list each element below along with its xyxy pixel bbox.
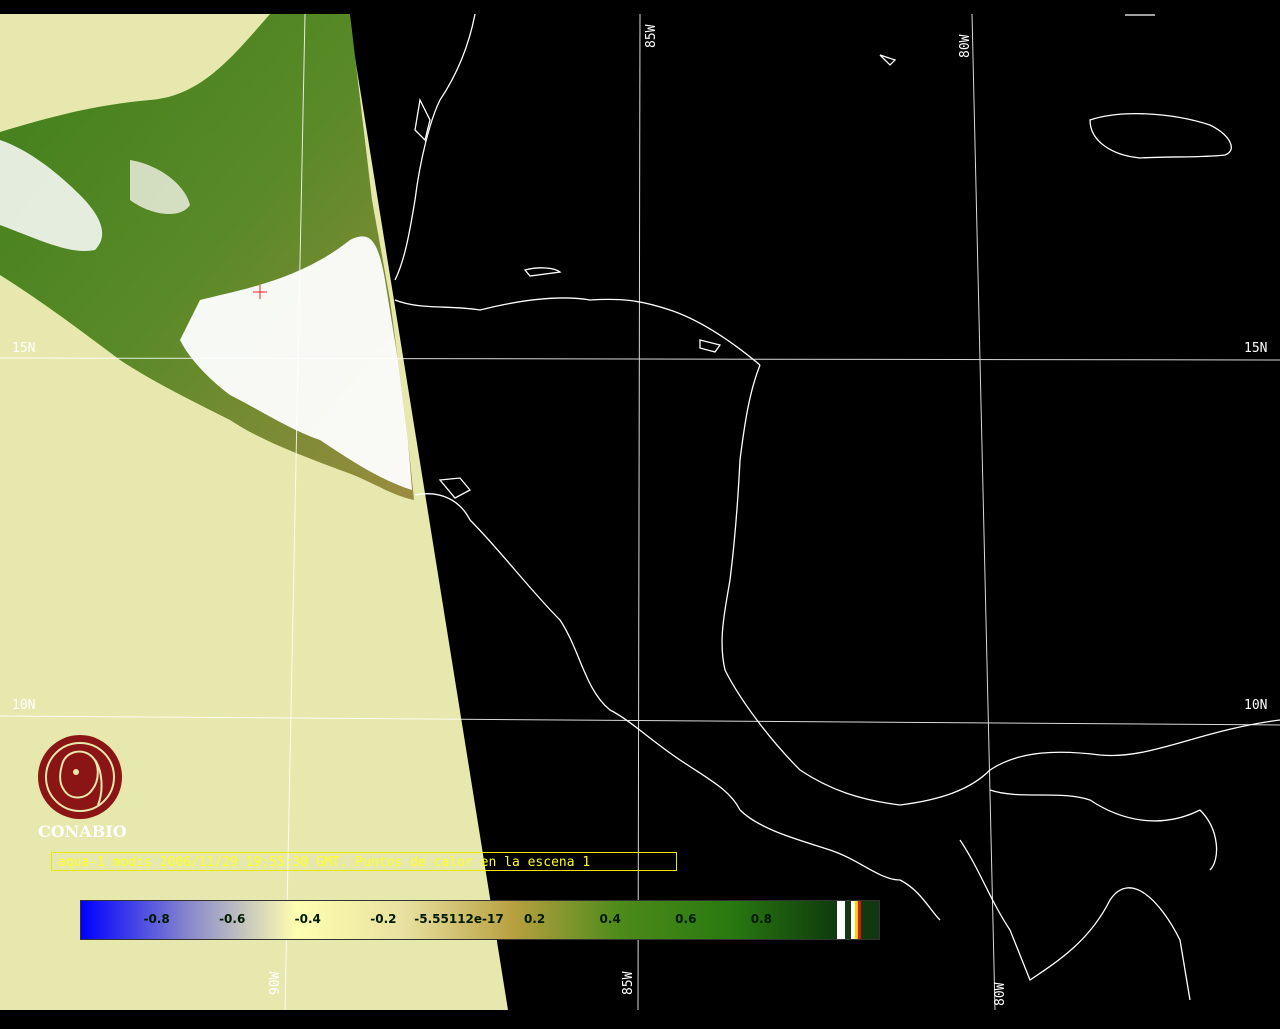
meridian-80w [971, 13, 996, 1011]
color-bar-tick-label: -0.6 [219, 912, 246, 926]
color-bar-tick-label: -0.2 [370, 912, 397, 926]
lat-label-left-10n: 10N [12, 698, 36, 713]
lat-label-left-15n: 15N [12, 341, 36, 356]
logo-name: CONABIO [38, 822, 127, 841]
color-bar-tick-label: -0.8 [143, 912, 170, 926]
conabio-logo-icon [38, 735, 122, 819]
color-bar-tick-label: -0.4 [294, 912, 321, 926]
nodata-swatch [845, 901, 851, 939]
color-bar-tick-label: 0.8 [750, 912, 773, 926]
satellite-map: 85W 80W 90W 85W 80W 15N 10N 15N 10N CONA… [0, 0, 1280, 1024]
lon-label-top-80w: 80W [958, 34, 973, 58]
scene-caption: aqua-1 modis 2006/11/29 19:55:30 GMT. Pu… [51, 852, 677, 871]
hotspot-swatch-yellow [855, 901, 858, 939]
background-swatch [861, 901, 879, 939]
water-swatch [851, 901, 855, 939]
hotspot-swatch-red [858, 901, 861, 939]
color-bar-tick-label: 0.6 [675, 912, 697, 926]
color-bar-tick-label: 0.4 [599, 912, 621, 926]
lat-label-right-10n: 10N [1244, 698, 1268, 713]
lat-label-right-15n: 15N [1244, 341, 1268, 356]
color-bar-tick-label: -5.55112e-17 [414, 912, 504, 926]
lon-label-bottom-90w: 90W [268, 971, 283, 995]
cloud-swatch [837, 901, 845, 939]
lon-label-top-85w: 85W [644, 24, 659, 48]
ndvi-color-bar: -0.8 -0.6 -0.4 -0.2 -5.55112e-17 0.2 0.4 0.6 0.8 [80, 900, 880, 940]
color-bar-tick-label: 0.2 [523, 912, 546, 926]
lon-label-bottom-80w: 80W [993, 982, 1008, 1006]
lon-label-bottom-85w: 85W [621, 971, 636, 995]
